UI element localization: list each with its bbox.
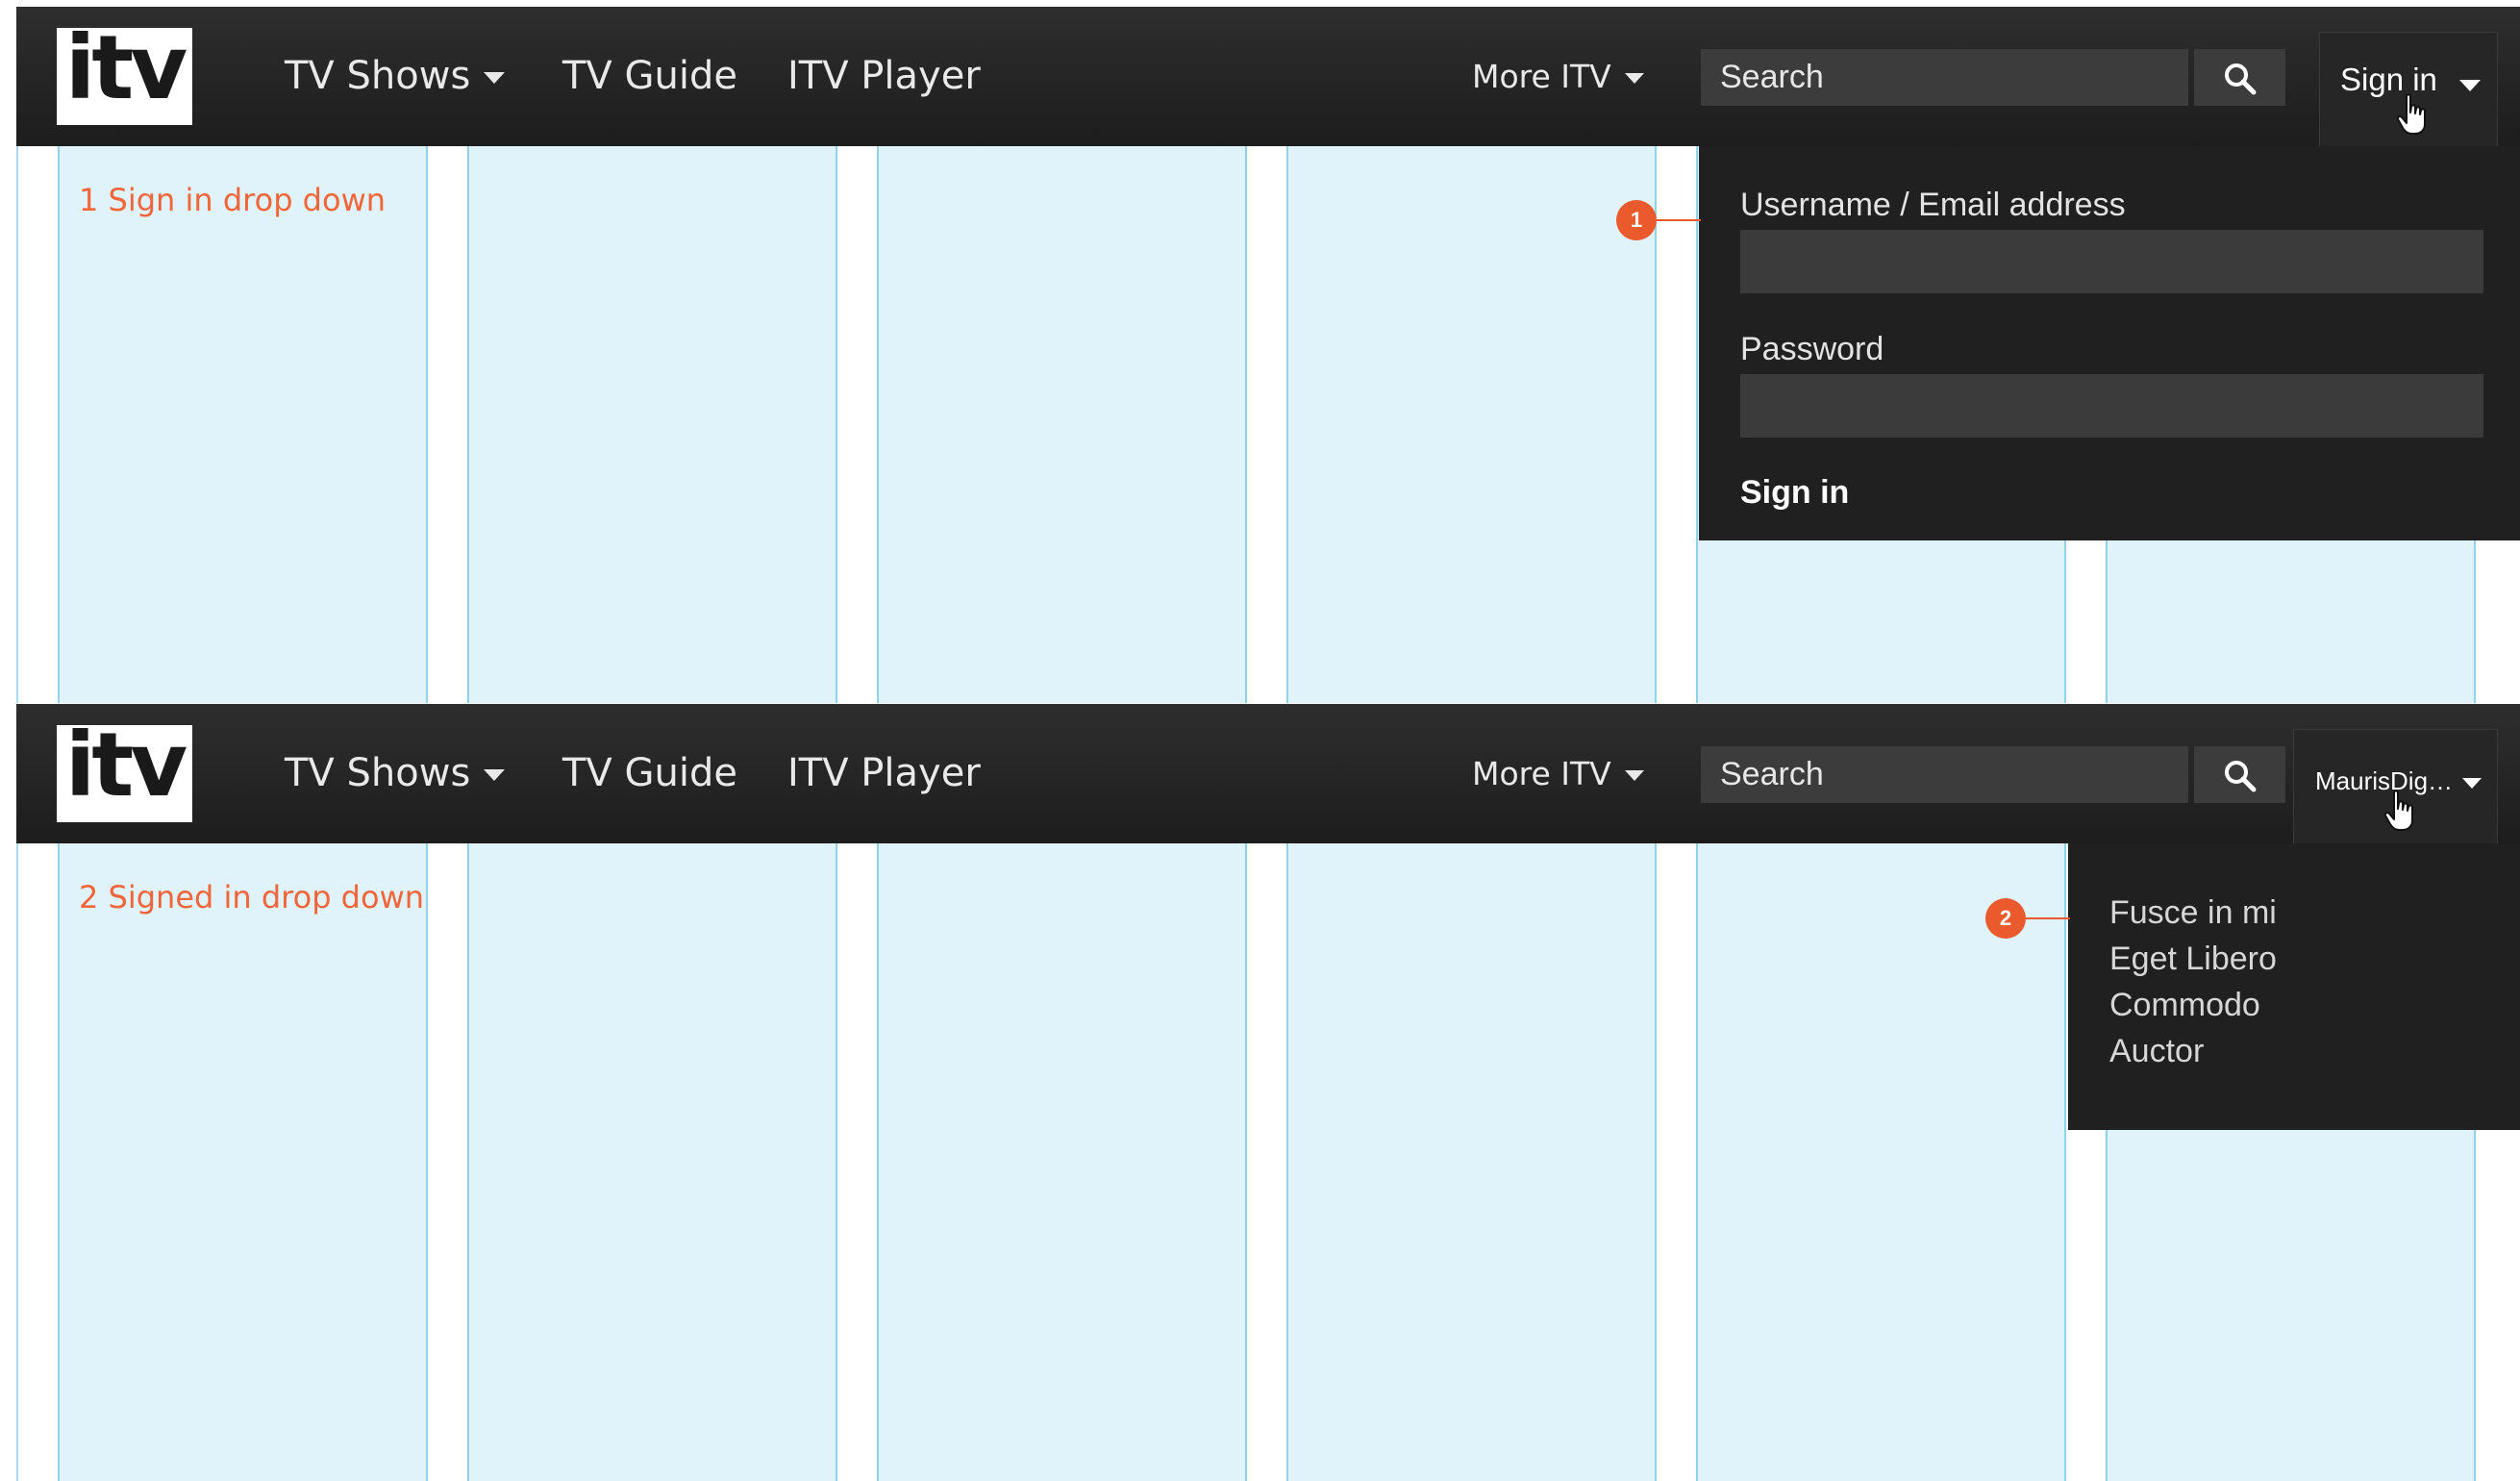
account-dropdown-menu: Fusce in mi Eget Libero Commodo Auctor bbox=[2068, 843, 2520, 1130]
annotation-title: Sign in drop down bbox=[108, 182, 387, 218]
caret-down-icon bbox=[2459, 80, 2481, 91]
nav-more-itv[interactable]: More ITV bbox=[1472, 7, 1644, 146]
grid-column bbox=[467, 146, 837, 703]
logo-text: itv bbox=[64, 714, 187, 816]
nav-label: TV Shows bbox=[285, 751, 471, 795]
nav-label: ITV Player bbox=[787, 751, 981, 795]
caret-down-icon bbox=[484, 72, 506, 84]
menu-item[interactable]: Commodo bbox=[2109, 982, 2520, 1028]
itv-logo[interactable]: itv bbox=[57, 16, 192, 125]
nav-itv-player[interactable]: ITV Player bbox=[787, 704, 981, 843]
grid-column bbox=[1696, 843, 2066, 1481]
search-button[interactable] bbox=[2194, 746, 2285, 803]
username-field[interactable] bbox=[1740, 230, 2483, 293]
nav-label: TV Guide bbox=[562, 751, 737, 795]
sign-in-tab[interactable]: Sign in bbox=[2319, 32, 2498, 146]
itv-logo[interactable]: itv bbox=[57, 714, 192, 822]
search-button[interactable] bbox=[2194, 49, 2285, 106]
nav-itv-player[interactable]: ITV Player bbox=[787, 7, 981, 146]
nav-tv-guide[interactable]: TV Guide bbox=[562, 7, 737, 146]
nav-label: More ITV bbox=[1472, 755, 1611, 792]
header-bar: itv TV Shows TV Guide ITV Player More IT… bbox=[16, 7, 2520, 146]
callout-line bbox=[1657, 219, 1701, 221]
callout-marker: 2 bbox=[1985, 898, 2026, 939]
grid-column bbox=[1286, 146, 1657, 703]
username-label: Username / Email address bbox=[1740, 187, 2126, 223]
caret-down-icon bbox=[1624, 770, 1644, 781]
search-icon bbox=[2225, 761, 2257, 792]
nav-tv-guide[interactable]: TV Guide bbox=[562, 704, 737, 843]
nav-label: TV Guide bbox=[562, 54, 737, 98]
annotation-number: 1 bbox=[79, 182, 99, 218]
nav-more-itv[interactable]: More ITV bbox=[1472, 704, 1644, 843]
annotation-label: 2 Signed in drop down bbox=[79, 879, 424, 916]
panel-signed-in-dropdown: itv TV Shows TV Guide ITV Player More IT… bbox=[16, 704, 2520, 1481]
nav-label: ITV Player bbox=[787, 54, 981, 98]
password-label: Password bbox=[1740, 331, 1884, 367]
hand-pointer-icon bbox=[2396, 93, 2426, 135]
logo-text: itv bbox=[64, 16, 187, 119]
nav-tv-shows[interactable]: TV Shows bbox=[285, 7, 506, 146]
header-bar: itv TV Shows TV Guide ITV Player More IT… bbox=[16, 704, 2520, 843]
grid-column bbox=[877, 843, 1247, 1481]
callout-marker: 1 bbox=[1616, 200, 1657, 240]
nav-label: TV Shows bbox=[285, 54, 471, 98]
menu-item[interactable]: Fusce in mi bbox=[2109, 890, 2520, 936]
caret-down-icon bbox=[1624, 73, 1644, 84]
account-menu-tab[interactable]: MaurisDig… bbox=[2293, 729, 2498, 843]
annotation-number: 2 bbox=[79, 879, 99, 916]
search-icon bbox=[2225, 63, 2257, 95]
caret-down-icon bbox=[2462, 778, 2482, 789]
nav-tv-shows[interactable]: TV Shows bbox=[285, 704, 506, 843]
sign-in-submit-button[interactable]: Sign in bbox=[1740, 474, 1849, 512]
search-input[interactable] bbox=[1701, 746, 2188, 803]
hand-pointer-icon bbox=[2383, 790, 2413, 831]
nav-label: More ITV bbox=[1472, 58, 1611, 95]
grid-column bbox=[58, 843, 428, 1481]
menu-item[interactable]: Eget Libero bbox=[2109, 936, 2520, 982]
sign-in-dropdown: Username / Email address Password Sign i… bbox=[1699, 146, 2520, 540]
caret-down-icon bbox=[484, 769, 506, 781]
menu-item[interactable]: Auctor bbox=[2109, 1028, 2520, 1074]
grid-column bbox=[58, 146, 428, 703]
grid-column bbox=[467, 843, 837, 1481]
search-input[interactable] bbox=[1701, 49, 2188, 106]
panel-sign-in-dropdown: itv TV Shows TV Guide ITV Player More IT… bbox=[16, 7, 2520, 703]
grid-column bbox=[877, 146, 1247, 703]
annotation-label: 1 Sign in drop down bbox=[79, 182, 386, 218]
annotation-title: Signed in drop down bbox=[108, 879, 425, 916]
callout-line bbox=[2026, 917, 2070, 919]
grid-column bbox=[1286, 843, 1657, 1481]
password-field[interactable] bbox=[1740, 374, 2483, 438]
